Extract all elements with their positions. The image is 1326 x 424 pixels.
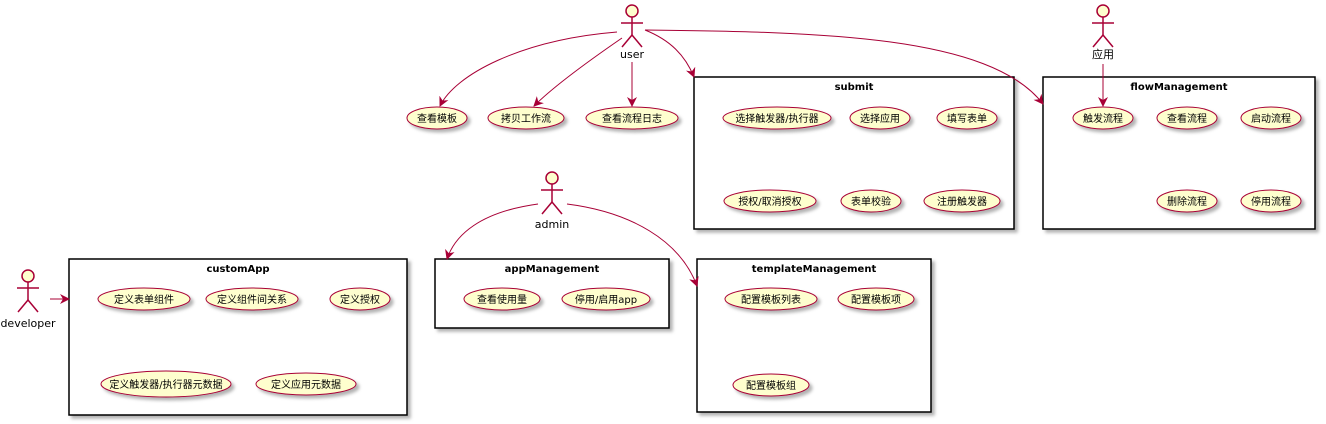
actor-admin-label: admin [535,218,569,231]
usecase-define-app-metadata-label: 定义应用元数据 [271,378,341,391]
usecase-define-form-component: 定义表单组件 [97,287,191,311]
usecase-define-trigger-metadata: 定义触发器/执行器元数据 [100,370,232,398]
usecase-register-trigger-label: 注册触发器 [937,195,987,208]
usecase-config-template-item-label: 配置模板项 [851,293,901,306]
usecase-config-template-item: 配置模板项 [837,287,915,311]
usecase-select-app-label: 选择应用 [860,112,900,125]
usecase-trigger-flow-label: 触发流程 [1083,112,1123,125]
usecase-toggle-app-label: 停用/启用app [575,293,637,306]
usecase-register-trigger: 注册触发器 [923,189,1001,213]
usecase-view-template-label: 查看模板 [417,112,457,125]
usecase-view-usage-label: 查看使用量 [477,293,527,306]
actor-developer-label: developer [0,317,56,330]
usecase-define-component-relation-label: 定义组件间关系 [217,293,287,306]
usecase-authorize: 授权/取消授权 [723,189,817,213]
actor-user: user [620,4,644,61]
actor-developer-icon [17,269,39,313]
usecase-config-template-group: 配置模板组 [732,373,810,397]
usecase-select-trigger-executor-label: 选择触发器/执行器 [735,112,818,125]
arrow-user-view-template [439,31,618,107]
usecase-start-flow-label: 启动流程 [1251,112,1291,125]
usecase-delete-flow-label: 删除流程 [1167,195,1207,208]
usecase-select-trigger-executor: 选择触发器/执行器 [722,106,832,130]
package-custom-app-title: customApp [206,264,269,275]
actor-app-icon [1092,4,1114,48]
usecase-delete-flow: 删除流程 [1156,189,1218,213]
use-case-diagram: submit flowManagement customApp appManag… [0,4,1316,416]
usecase-form-validation-label: 表单校验 [851,195,891,208]
usecase-define-component-relation: 定义组件间关系 [205,287,299,311]
usecase-view-flow-log: 查看流程日志 [585,106,679,130]
usecase-define-trigger-metadata-label: 定义触发器/执行器元数据 [109,378,222,391]
package-template-management-title: templateManagement [752,264,877,275]
usecase-form-validation: 表单校验 [840,189,902,213]
usecase-config-template-list: 配置模板列表 [724,287,818,311]
actor-app-label: 应用 [1092,47,1114,61]
usecase-view-usage: 查看使用量 [463,287,541,311]
usecase-disable-flow: 停用流程 [1240,189,1302,213]
usecase-define-authorization: 定义授权 [329,287,391,311]
usecase-fill-form: 填写表单 [936,106,998,130]
usecase-trigger-flow: 触发流程 [1072,106,1134,130]
usecase-fill-form-label: 填写表单 [947,112,987,125]
actor-admin-icon [541,171,563,215]
usecase-copy-workflow: 拷贝工作流 [487,106,565,130]
package-app-management-title: appManagement [505,264,600,275]
arrow-admin-app-management [445,203,539,260]
usecase-authorize-label: 授权/取消授权 [738,195,801,208]
usecase-copy-workflow-label: 拷贝工作流 [501,112,551,125]
actor-app: 应用 [1092,4,1114,61]
package-template-management: templateManagement [696,258,932,413]
usecase-view-flow: 查看流程 [1156,106,1218,130]
actor-user-label: user [620,48,644,61]
usecase-config-template-group-label: 配置模板组 [746,379,796,392]
usecase-define-form-component-label: 定义表单组件 [114,293,174,306]
usecase-view-flow-label: 查看流程 [1167,112,1207,125]
package-flow-management-title: flowManagement [1130,82,1227,93]
actor-admin: admin [535,171,569,231]
usecase-start-flow: 启动流程 [1240,106,1302,130]
usecase-view-flow-log-label: 查看流程日志 [602,112,662,125]
usecase-define-app-metadata: 定义应用元数据 [255,372,357,396]
usecase-toggle-app: 停用/启用app [561,287,651,311]
usecase-view-template: 查看模板 [406,106,468,130]
usecase-select-app: 选择应用 [849,106,911,130]
arrow-user-submit [644,29,696,78]
actor-user-icon [621,4,643,48]
arrow-user-copy-workflow [533,37,623,107]
usecase-define-authorization-label: 定义授权 [340,293,380,306]
usecase-config-template-list-label: 配置模板列表 [741,293,801,306]
usecase-disable-flow-label: 停用流程 [1251,195,1291,208]
package-submit-title: submit [835,82,874,93]
actor-developer: developer [0,269,56,330]
